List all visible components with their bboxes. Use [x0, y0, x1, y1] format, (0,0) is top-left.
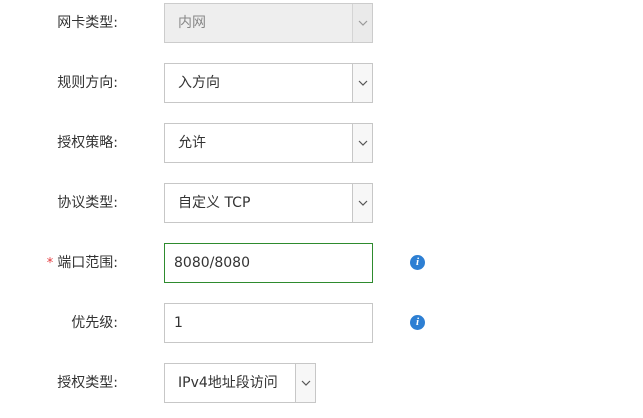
- nic-type-select[interactable]: 内网: [164, 3, 373, 43]
- chevron-down-icon: [352, 124, 372, 162]
- port-range-value: 8080/8080: [174, 255, 250, 271]
- auth-type-value: IPv4地址段访问: [178, 375, 278, 391]
- rule-direction-value: 入方向: [178, 75, 220, 91]
- nic-type-value: 内网: [178, 15, 206, 31]
- protocol-type-label: 协议类型:: [57, 195, 118, 211]
- priority-input[interactable]: 1: [164, 303, 373, 343]
- info-icon[interactable]: i: [410, 255, 425, 270]
- auth-type-label: 授权类型:: [57, 375, 118, 391]
- auth-type-row: 授权类型: IPv4地址段访问: [0, 363, 643, 403]
- port-range-input[interactable]: 8080/8080: [164, 243, 373, 283]
- rule-direction-select[interactable]: 入方向: [164, 63, 373, 103]
- rule-direction-row: 规则方向: 入方向: [0, 63, 643, 103]
- auth-policy-select[interactable]: 允许: [164, 123, 373, 163]
- auth-policy-label: 授权策略:: [57, 135, 118, 151]
- auth-type-select[interactable]: IPv4地址段访问: [164, 363, 316, 403]
- priority-value: 1: [174, 315, 183, 331]
- chevron-down-icon: [352, 184, 372, 222]
- chevron-down-icon: [352, 4, 372, 42]
- port-range-label: 端口范围:: [57, 255, 118, 271]
- chevron-down-icon: [295, 364, 315, 402]
- protocol-type-select[interactable]: 自定义 TCP: [164, 183, 373, 223]
- auth-policy-row: 授权策略: 允许: [0, 123, 643, 163]
- nic-type-label: 网卡类型:: [57, 15, 118, 31]
- priority-row: 优先级: 1 i: [0, 303, 643, 343]
- nic-type-row: 网卡类型: 内网: [0, 3, 643, 43]
- required-star: *: [46, 256, 54, 271]
- chevron-down-icon: [352, 64, 372, 102]
- rule-direction-label: 规则方向:: [57, 75, 118, 91]
- port-range-label-wrap: * 端口范围:: [47, 243, 118, 283]
- protocol-type-value: 自定义 TCP: [178, 195, 251, 211]
- priority-label: 优先级:: [71, 315, 118, 331]
- auth-policy-value: 允许: [178, 135, 206, 151]
- info-icon[interactable]: i: [410, 315, 425, 330]
- port-range-row: * 端口范围: 8080/8080 i: [0, 243, 643, 283]
- protocol-type-row: 协议类型: 自定义 TCP: [0, 183, 643, 223]
